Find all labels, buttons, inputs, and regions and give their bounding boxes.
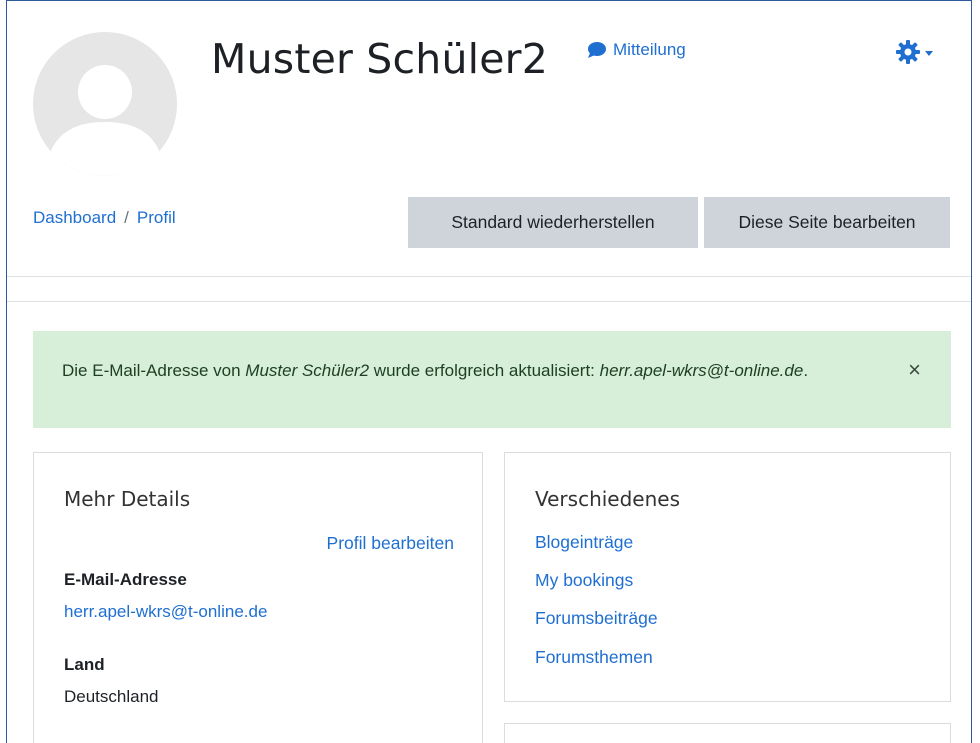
misc-link-forum-posts[interactable]: Forumsbeiträge <box>535 608 658 629</box>
success-alert: Die E-Mail-Adresse von Muster Schüler2 w… <box>33 331 951 428</box>
email-label: E-Mail-Adresse <box>64 570 187 589</box>
breadcrumb-dashboard[interactable]: Dashboard <box>33 208 116 228</box>
breadcrumb: Dashboard / Profil <box>33 208 176 228</box>
message-label: Mitteilung <box>613 40 686 59</box>
details-title: Mehr Details <box>64 487 191 511</box>
alert-text-middle: wurde erfolgreich aktualisiert: <box>369 361 600 380</box>
misc-title: Verschiedenes <box>535 487 681 511</box>
breadcrumb-separator: / <box>124 208 129 227</box>
divider <box>7 276 971 277</box>
misc-link-forum-threads[interactable]: Forumsthemen <box>535 647 653 668</box>
page-title: Muster Schüler2 <box>211 35 549 83</box>
message-button[interactable]: Mitteilung <box>587 40 686 60</box>
edit-page-button[interactable]: Diese Seite bearbeiten <box>704 197 950 248</box>
divider <box>7 301 971 302</box>
country-value: Deutschland <box>64 687 159 706</box>
alert-text-prefix: Die E-Mail-Adresse von <box>62 361 246 380</box>
page-frame: Muster Schüler2 Mitteilung Dashboard / P… <box>6 0 972 743</box>
misc-card: Verschiedenes Blogeinträge My bookings F… <box>504 452 951 702</box>
user-silhouette-icon <box>33 32 177 176</box>
settings-menu-button[interactable] <box>895 39 933 65</box>
misc-link-blog[interactable]: Blogeinträge <box>535 532 633 553</box>
alert-email: herr.apel-wkrs@t-online.de <box>599 361 804 380</box>
breadcrumb-profile[interactable]: Profil <box>137 208 176 228</box>
email-value-link[interactable]: herr.apel-wkrs@t-online.de <box>64 602 267 622</box>
user-avatar[interactable] <box>33 32 177 176</box>
gear-icon <box>896 40 920 64</box>
next-card <box>504 723 951 743</box>
country-label: Land <box>64 655 105 674</box>
misc-link-bookings[interactable]: My bookings <box>535 570 633 591</box>
reset-page-button[interactable]: Standard wiederherstellen <box>408 197 698 248</box>
chevron-down-icon <box>925 50 933 56</box>
speech-bubble-icon <box>588 42 606 58</box>
edit-profile-link[interactable]: Profil bearbeiten <box>327 533 454 554</box>
details-card: Mehr Details Profil bearbeiten E-Mail-Ad… <box>33 452 483 743</box>
alert-text-suffix: . <box>803 361 809 380</box>
alert-user-name: Muster Schüler2 <box>245 361 370 380</box>
close-icon[interactable]: × <box>908 359 921 381</box>
